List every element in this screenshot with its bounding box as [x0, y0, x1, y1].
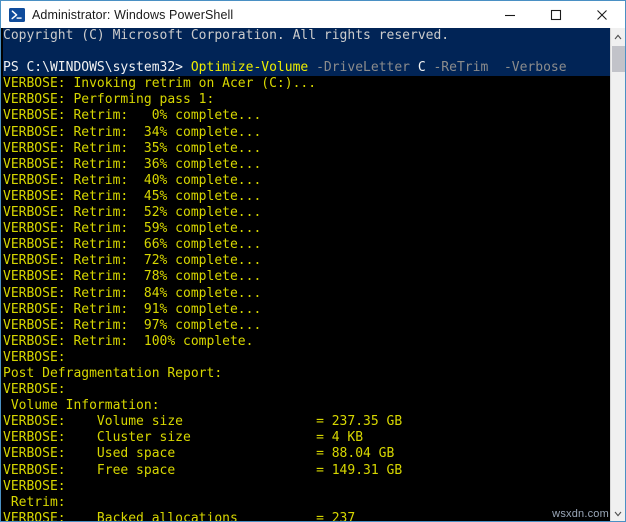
console-line-retrim-head: Retrim: [3, 494, 612, 511]
console-line-backed-alloc: VERBOSE: Backed allocations = 237 [3, 510, 612, 521]
console-line-retrim-78: VERBOSE: Retrim: 78% complete... [3, 269, 612, 286]
cmdlet-name: Optimize-Volume [190, 60, 309, 76]
console-line-cluster-size: VERBOSE: Cluster size = 4 KB [3, 430, 612, 447]
console-line-retrim-97: VERBOSE: Retrim: 97% complete... [3, 317, 612, 334]
console-line-report-header: Post Defragmentation Report: [3, 365, 612, 383]
title-bar[interactable]: Administrator: Windows PowerShell [1, 1, 625, 28]
console-line-retrim-0: VERBOSE: Retrim: 0% complete... [3, 108, 612, 125]
powershell-window: Administrator: Windows PowerShell Copyri… [0, 0, 626, 522]
minimize-icon [505, 14, 515, 16]
console-line-retrim-34: VERBOSE: Retrim: 34% complete... [3, 124, 612, 141]
param-driveletter: -DriveLetter [316, 60, 410, 76]
console-line-invoking: VERBOSE: Invoking retrim on Acer (C:)... [3, 76, 612, 93]
param-driveletter-value: C [417, 60, 426, 76]
window-title: Administrator: Windows PowerShell [32, 7, 234, 22]
console-line-blank-1 [3, 44, 612, 61]
powershell-icon [9, 7, 25, 23]
console-lines: Copyright (C) Microsoft Corporation. All… [1, 28, 612, 521]
chevron-down-icon [614, 511, 622, 516]
console-line-verbose-blank-3: VERBOSE: [3, 478, 612, 495]
console-line-retrim-52: VERBOSE: Retrim: 52% complete... [3, 205, 612, 222]
console-line-retrim-72: VERBOSE: Retrim: 72% complete... [3, 253, 612, 270]
maximize-icon [550, 9, 562, 20]
param-retrim: -ReTrim [433, 60, 489, 76]
close-icon [597, 9, 607, 20]
vertical-scrollbar[interactable] [610, 28, 625, 521]
prompt-text: PS C:\WINDOWS\system32> [3, 60, 191, 76]
console-line-verbose-blank-2: VERBOSE: [3, 382, 612, 399]
console-line-verbose-blank-1: VERBOSE: [3, 349, 612, 366]
console-line-volume-size: VERBOSE: Volume size = 237.35 GB [3, 414, 612, 431]
console-line-retrim-100: VERBOSE: Retrim: 100% complete. [3, 333, 612, 350]
chevron-up-icon [614, 34, 622, 39]
close-button[interactable] [579, 1, 625, 28]
console-line-copyright: Copyright (C) Microsoft Corporation. All… [3, 28, 612, 45]
minimize-button[interactable] [487, 1, 533, 28]
console-line-retrim-66: VERBOSE: Retrim: 66% complete... [3, 237, 612, 254]
console-line-volume-info-head: Volume Information: [3, 398, 612, 415]
console-line-free-space: VERBOSE: Free space = 149.31 GB [3, 462, 612, 479]
param-verbose: -Verbose [503, 60, 567, 76]
console-line-retrim-84: VERBOSE: Retrim: 84% complete... [3, 285, 612, 302]
console-line-pass-1: VERBOSE: Performing pass 1: [3, 92, 612, 109]
console-line-retrim-91: VERBOSE: Retrim: 91% complete... [3, 301, 612, 318]
console-line-retrim-59: VERBOSE: Retrim: 59% complete... [3, 221, 612, 238]
console-line-retrim-45: VERBOSE: Retrim: 45% complete... [3, 188, 612, 206]
maximize-button[interactable] [533, 1, 579, 28]
console-line-used-space: VERBOSE: Used space = 88.04 GB [3, 446, 612, 463]
console-line-retrim-36: VERBOSE: Retrim: 36% complete... [3, 156, 612, 173]
scroll-down-button[interactable] [611, 505, 625, 521]
scroll-up-button[interactable] [611, 28, 625, 45]
scrollbar-thumb[interactable] [612, 46, 625, 72]
console-line-retrim-40: VERBOSE: Retrim: 40% complete... [3, 172, 612, 189]
console-line-retrim-35: VERBOSE: Retrim: 35% complete... [3, 140, 612, 157]
console-output-area[interactable]: Copyright (C) Microsoft Corporation. All… [1, 28, 612, 521]
console-line-command-line: PS C:\WINDOWS\system32> Optimize-Volume … [3, 60, 612, 77]
